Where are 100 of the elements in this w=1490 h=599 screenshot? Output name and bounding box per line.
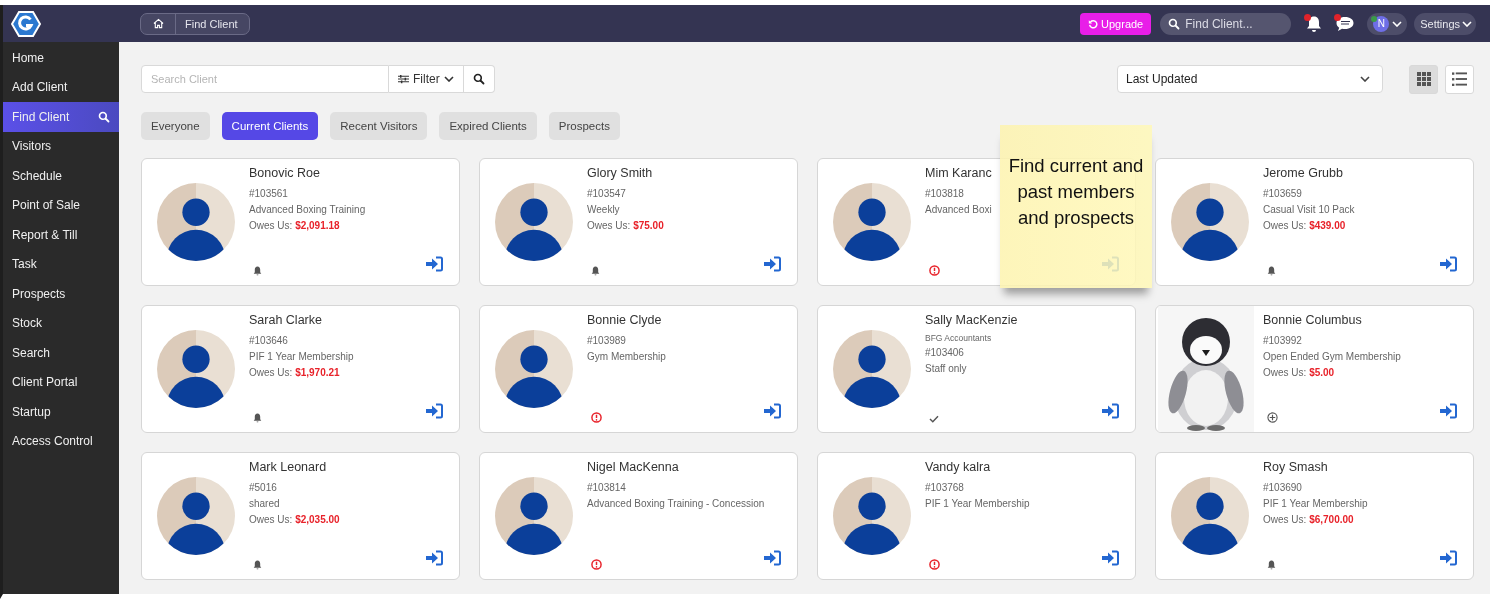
- membership-text: Advanced Boxing Training: [249, 203, 366, 217]
- client-number: #103768: [925, 481, 964, 495]
- sidebar-item[interactable]: Client Portal: [3, 367, 119, 397]
- person-avatar-icon: [156, 330, 235, 408]
- search-field[interactable]: Search Client: [141, 65, 389, 93]
- bell-icon[interactable]: [591, 266, 600, 276]
- sidebar-item[interactable]: Access Control: [3, 426, 119, 456]
- bell-icon[interactable]: [1267, 266, 1276, 276]
- filter-button[interactable]: Filter: [389, 65, 464, 93]
- search-icon: [472, 73, 485, 85]
- list-view-button[interactable]: [1445, 64, 1474, 94]
- list-icon: [1452, 72, 1467, 86]
- alert-icon[interactable]: [929, 559, 940, 570]
- client-name[interactable]: Bonovic Roe: [249, 166, 320, 180]
- upgrade-button[interactable]: Upgrade: [1080, 12, 1152, 35]
- check-icon[interactable]: [929, 415, 939, 423]
- filter-tab[interactable]: Recent Visitors: [330, 112, 428, 140]
- login-icon[interactable]: [763, 403, 781, 419]
- chat-icon[interactable]: [1335, 14, 1356, 33]
- logo-icon[interactable]: [11, 9, 41, 38]
- client-number: #103659: [1263, 187, 1302, 201]
- company-text: BFG Accountants: [925, 333, 992, 343]
- sidebar-item[interactable]: Schedule: [3, 161, 119, 191]
- person-avatar-icon: [494, 330, 573, 408]
- login-icon[interactable]: [763, 256, 781, 272]
- sidebar-item[interactable]: Startup: [3, 397, 119, 427]
- client-name[interactable]: Sally MacKenzie: [925, 313, 1018, 327]
- client-name[interactable]: Glory Smith: [587, 166, 653, 180]
- client-number: #103406: [925, 346, 964, 360]
- sidebar-item[interactable]: Search: [3, 338, 119, 368]
- bell-icon[interactable]: [1267, 560, 1276, 570]
- client-card[interactable]: Roy Smash #103690 PIF 1 Year Membership Owes Us: $6,700.00: [1155, 452, 1474, 580]
- sidebar-item[interactable]: Find Client: [3, 102, 119, 132]
- client-name[interactable]: Mark Leonard: [249, 460, 327, 474]
- filter-tab[interactable]: Expired Clients: [439, 112, 537, 140]
- client-name[interactable]: Roy Smash: [1263, 460, 1328, 474]
- balance-text: Owes Us: $75.00: [587, 219, 664, 233]
- sidebar-item[interactable]: Add Client: [3, 72, 119, 102]
- chevron-down-icon: [1360, 76, 1370, 82]
- sidebar-item[interactable]: Point of Sale: [3, 190, 119, 220]
- login-icon[interactable]: [1101, 550, 1119, 566]
- client-name[interactable]: Vandy kalra: [925, 460, 991, 474]
- add-icon[interactable]: [1267, 412, 1278, 423]
- alert-icon[interactable]: [591, 559, 602, 570]
- sidebar-item[interactable]: Prospects: [3, 279, 119, 309]
- search-button[interactable]: [463, 65, 495, 93]
- login-icon[interactable]: [1439, 403, 1457, 419]
- sidebar-item[interactable]: Home: [3, 43, 119, 73]
- balance-text: Owes Us: $6,700.00: [1263, 513, 1354, 527]
- sidebar-item[interactable]: Report & Till: [3, 220, 119, 250]
- search-field[interactable]: Find Client...: [1160, 12, 1292, 35]
- login-icon[interactable]: [763, 550, 781, 566]
- settings-button[interactable]: Settings: [1414, 12, 1476, 35]
- client-card[interactable]: Bonnie Clyde #103989 Gym Membership: [479, 305, 798, 433]
- filter-tab[interactable]: Prospects: [548, 112, 620, 140]
- client-card[interactable]: Bonovic Roe #103561 Advanced Boxing Training Owes Us: $2,091.18: [141, 158, 460, 286]
- client-card[interactable]: Glory Smith #103547 Weekly Owes Us: $75.00: [479, 158, 798, 286]
- client-card[interactable]: Jerome Grubb #103659 Casual Visit 10 Pack Owes Us: $439.00: [1155, 158, 1474, 286]
- bell-icon[interactable]: [253, 560, 262, 570]
- client-number: #103547: [587, 187, 626, 201]
- client-card[interactable]: Nigel MacKenna #103814 Advanced Boxing Training - Concession: [479, 452, 798, 580]
- user-menu[interactable]: N: [1367, 12, 1408, 35]
- login-icon[interactable]: [1101, 403, 1119, 419]
- bell-icon[interactable]: [253, 413, 262, 423]
- breadcrumb-link[interactable]: Find Client: [176, 17, 249, 30]
- client-name[interactable]: Bonnie Columbus: [1263, 313, 1362, 327]
- login-icon[interactable]: [425, 403, 443, 419]
- client-card[interactable]: Bonnie Columbus #103992 Open Ended Gym Membership Owes Us: $5.00: [1155, 305, 1474, 433]
- login-icon[interactable]: [1439, 256, 1457, 272]
- person-avatar-icon: [832, 183, 911, 261]
- sort-dropdown[interactable]: Last Updated: [1117, 65, 1383, 93]
- home-icon[interactable]: [152, 18, 164, 29]
- client-name[interactable]: Jerome Grubb: [1263, 166, 1343, 180]
- client-name[interactable]: Bonnie Clyde: [587, 313, 662, 327]
- alert-icon[interactable]: [591, 412, 602, 423]
- sidebar-item[interactable]: Visitors: [3, 131, 119, 161]
- sliders-icon: [398, 74, 409, 84]
- person-avatar-icon: [156, 183, 235, 261]
- membership-text: Gym Membership: [587, 350, 666, 364]
- membership-text: Weekly: [587, 203, 620, 217]
- bell-icon[interactable]: [1305, 14, 1324, 33]
- grid-view-button[interactable]: [1409, 64, 1438, 94]
- sidebar-item[interactable]: Task: [3, 249, 119, 279]
- login-icon[interactable]: [1439, 550, 1457, 566]
- filter-tab[interactable]: Current Clients: [221, 112, 319, 140]
- client-card[interactable]: Mark Leonard #5016 shared Owes Us: $2,035.00: [141, 452, 460, 580]
- alert-icon[interactable]: [929, 265, 940, 276]
- bell-icon[interactable]: [253, 266, 262, 276]
- client-card[interactable]: Vandy kalra #103768 PIF 1 Year Membership: [817, 452, 1136, 580]
- client-name[interactable]: Sarah Clarke: [249, 313, 322, 327]
- sidebar-item[interactable]: Stock: [3, 308, 119, 338]
- client-name[interactable]: Mim Karanc: [925, 166, 992, 180]
- login-icon[interactable]: [425, 550, 443, 566]
- login-icon[interactable]: [425, 256, 443, 272]
- client-name[interactable]: Nigel MacKenna: [587, 460, 679, 474]
- membership-text: Advanced Boxi: [925, 203, 992, 217]
- client-card[interactable]: Sarah Clarke #103646 PIF 1 Year Membership Owes Us: $1,970.21: [141, 305, 460, 433]
- filter-tab[interactable]: Everyone: [141, 112, 210, 140]
- grid-icon: [1416, 72, 1431, 86]
- client-card[interactable]: Sally MacKenzie BFG Accountants #103406 Staff only: [817, 305, 1136, 433]
